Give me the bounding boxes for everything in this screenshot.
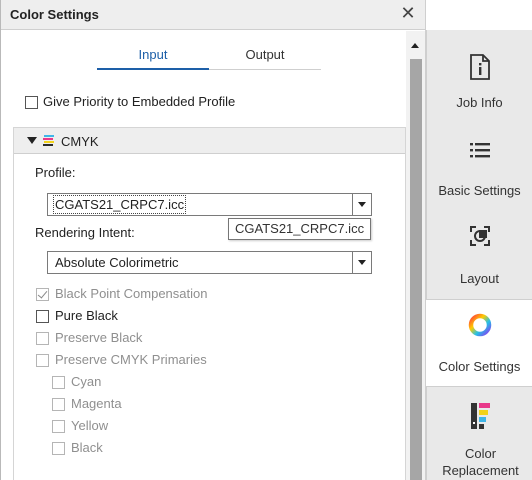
preserve-cmyk-primaries-checkbox[interactable] — [36, 354, 49, 367]
vertical-scrollbar[interactable] — [406, 31, 426, 480]
rendering-intent-select[interactable]: Absolute Colorimetric — [47, 251, 372, 274]
tab-input[interactable]: Input — [97, 47, 209, 62]
nav-label-color-replacement-2: Replacement — [442, 463, 519, 478]
black-checkbox[interactable] — [52, 442, 65, 455]
color-wheel-icon — [468, 313, 491, 337]
cmyk-icon — [43, 135, 54, 146]
magenta-checkbox[interactable] — [52, 398, 65, 411]
cyan-checkbox[interactable] — [52, 376, 65, 389]
right-nav-rail: Job Info Basic Settings Layout Color Set… — [425, 0, 532, 480]
cyan-label: Cyan — [71, 374, 102, 389]
cmyk-section-header[interactable]: CMYK — [13, 127, 406, 154]
chevron-down-icon[interactable] — [352, 194, 371, 215]
list-icon — [469, 143, 490, 158]
scrollbar-thumb[interactable] — [410, 59, 422, 480]
profile-select[interactable]: CGATS21_CRPC7.icc — [47, 193, 372, 216]
layout-icon — [469, 226, 490, 246]
nav-item-color-replacement[interactable]: Color Replacement — [426, 386, 532, 480]
preserve-black-label: Preserve Black — [55, 330, 143, 345]
preserve-black-checkbox[interactable] — [36, 332, 49, 345]
nav-item-layout[interactable]: Layout — [426, 220, 532, 292]
nav-item-color-settings[interactable]: Color Settings — [426, 300, 532, 386]
cmyk-section-title: CMYK — [61, 134, 99, 149]
panel-title-bar: Color Settings ✕ — [1, 0, 426, 30]
profile-tooltip: CGATS21_CRPC7.icc — [228, 218, 372, 240]
chevron-down-icon[interactable] — [352, 252, 371, 273]
profile-select-value: CGATS21_CRPC7.icc — [52, 195, 187, 214]
nav-label-job-info: Job Info — [456, 95, 503, 110]
tab-output[interactable]: Output — [211, 47, 319, 62]
give-priority-label: Give Priority to Embedded Profile — [43, 94, 236, 109]
preserve-cmyk-primaries-label: Preserve CMYK Primaries — [55, 352, 207, 367]
yellow-label: Yellow — [71, 418, 109, 433]
nav-label-layout: Layout — [459, 271, 500, 286]
rendering-intent-label: Rendering Intent: — [35, 225, 135, 240]
nav-top-strip — [426, 0, 532, 30]
nav-label-color-settings: Color Settings — [438, 359, 521, 374]
panel-content: Input Output Give Priority to Embedded P… — [1, 31, 406, 480]
nav-item-basic-settings[interactable]: Basic Settings — [426, 134, 532, 206]
black-point-compensation-checkbox[interactable] — [36, 288, 49, 301]
nav-label-basic-settings: Basic Settings — [438, 183, 521, 198]
nav-label-color-replacement-1: Color — [464, 446, 497, 461]
black-label: Black — [71, 440, 103, 455]
close-icon[interactable]: ✕ — [398, 4, 418, 24]
give-priority-checkbox[interactable] — [25, 96, 38, 109]
color-settings-panel: Color Settings ✕ Input Output Give Prior… — [0, 0, 426, 480]
scroll-up-arrow-icon[interactable] — [411, 43, 419, 48]
rendering-intent-value: Absolute Colorimetric — [55, 255, 179, 270]
nav-item-job-info[interactable]: Job Info — [426, 48, 532, 120]
tab-active-indicator — [97, 68, 209, 70]
profile-label: Profile: — [35, 165, 76, 180]
job-info-icon — [469, 54, 490, 80]
yellow-checkbox[interactable] — [52, 420, 65, 433]
color-replacement-icon — [470, 403, 490, 429]
black-point-compensation-label: Black Point Compensation — [55, 286, 208, 301]
panel-title: Color Settings — [10, 7, 99, 22]
pure-black-label: Pure Black — [55, 308, 118, 323]
pure-black-checkbox[interactable] — [36, 310, 49, 323]
expand-triangle-icon[interactable] — [27, 137, 37, 144]
magenta-label: Magenta — [71, 396, 122, 411]
